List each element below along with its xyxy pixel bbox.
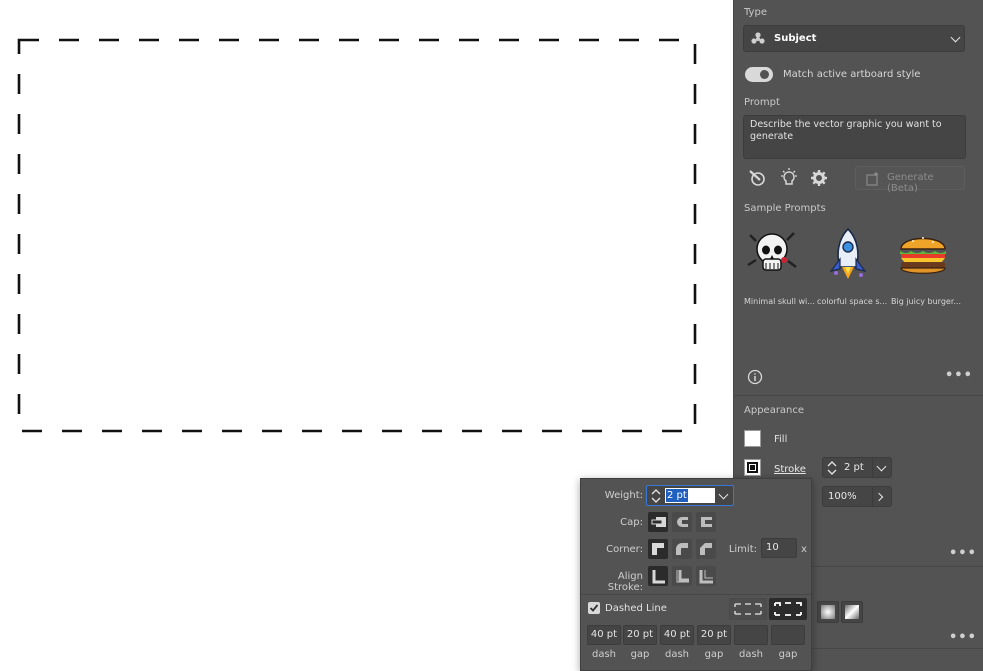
align-outside-button[interactable] (696, 566, 716, 586)
chevron-down-icon (950, 32, 961, 43)
gap-field-1[interactable]: 20 pt (623, 625, 657, 645)
align-dashes-icon (774, 602, 802, 616)
miter-join-button[interactable] (648, 539, 668, 559)
limit-label: Limit: (728, 544, 757, 555)
more-options-icon[interactable]: ••• (949, 630, 977, 645)
gap-label: gap (630, 649, 650, 660)
fill-swatch[interactable] (744, 430, 761, 447)
gear-icon[interactable] (809, 168, 829, 188)
gap-label: gap (704, 649, 724, 660)
stepper-icon[interactable] (650, 488, 662, 504)
align-outside-icon (699, 570, 713, 584)
sample-prompt-label: Minimal skull wi... (744, 297, 815, 306)
type-value: Subject (774, 33, 817, 44)
butt-cap-button[interactable] (648, 512, 668, 532)
checkmark-icon (589, 604, 599, 612)
opacity-value: 100% (828, 491, 857, 502)
match-style-toggle[interactable] (745, 67, 773, 82)
opacity-field[interactable]: 100% (822, 486, 892, 507)
stroke-label[interactable]: Stroke (774, 464, 806, 475)
preserve-dashes-button[interactable] (729, 598, 767, 620)
generate-label: Generate (Beta) (887, 172, 934, 194)
stroke-weight-field[interactable]: 2 pt (822, 457, 892, 478)
dash-field-1[interactable]: 40 pt (587, 625, 621, 645)
chevron-right-icon[interactable] (874, 492, 884, 502)
flyout-divider (581, 594, 811, 595)
more-options-icon[interactable]: ••• (945, 368, 973, 383)
rocket-icon (829, 227, 867, 279)
align-center-button[interactable] (648, 566, 668, 586)
dash-label: dash (664, 649, 690, 660)
dashed-line-checkbox[interactable] (588, 602, 600, 614)
bevel-join-button[interactable] (696, 539, 716, 559)
type-dropdown[interactable]: Subject (743, 25, 965, 52)
chevron-down-icon[interactable] (876, 461, 887, 472)
corner-label: Corner: (606, 544, 643, 555)
dash-field-2[interactable]: 40 pt (660, 625, 694, 645)
weight-value[interactable]: 2 pt (666, 489, 688, 502)
info-icon[interactable] (747, 369, 763, 385)
align-stroke-label: Align Stroke: (607, 571, 643, 593)
type-label: Type (744, 7, 767, 18)
projecting-cap-button[interactable] (696, 512, 716, 532)
generate-icon (866, 172, 878, 186)
round-join-button[interactable] (672, 539, 692, 559)
align-inside-button[interactable] (672, 566, 692, 586)
freeform-gradient-button[interactable] (841, 601, 863, 623)
align-inside-icon (676, 570, 689, 583)
weight-field[interactable]: 2 pt (646, 485, 734, 506)
dashed-line-label: Dashed Line (605, 603, 667, 614)
gap-field-2[interactable]: 20 pt (697, 625, 731, 645)
prompt-placeholder: Describe the vector graphic you want to … (750, 119, 942, 142)
butt-cap-icon (651, 517, 666, 527)
stroke-swatch[interactable] (744, 459, 761, 476)
burger-icon (900, 237, 946, 274)
limit-unit: x (801, 544, 807, 555)
bevel-join-icon (700, 543, 712, 555)
weight-label: Weight: (604, 490, 643, 501)
dash-label: dash (738, 649, 764, 660)
prompt-input[interactable]: Describe the vector graphic you want to … (743, 115, 966, 159)
stroke-weight-value: 2 pt (844, 462, 864, 473)
prompt-label: Prompt (744, 97, 780, 108)
sample-prompt-burger[interactable]: Big juicy burger... (891, 225, 961, 307)
generate-button[interactable]: Generate (Beta) (855, 166, 965, 194)
round-cap-icon (677, 517, 689, 527)
chevron-down-icon[interactable] (718, 489, 729, 500)
preserve-dashes-icon (734, 603, 762, 615)
align-dashes-button[interactable] (769, 598, 807, 620)
radial-gradient-button[interactable] (817, 601, 839, 623)
sample-prompts-label: Sample Prompts (744, 203, 826, 214)
skull-icon (747, 232, 797, 271)
match-style-label: Match active artboard style (783, 69, 921, 80)
stepper-icon[interactable] (826, 460, 838, 476)
round-join-icon (676, 543, 688, 555)
limit-field[interactable]: 10 (761, 538, 797, 558)
cap-label: Cap: (620, 517, 643, 528)
stroke-options-panel: Weight: 2 pt Cap: Corner: Limit: 10 x Al… (580, 478, 812, 671)
subject-icon (751, 32, 765, 44)
gap-field-3[interactable] (771, 625, 805, 645)
dash-label: dash (591, 649, 617, 660)
style-picker-icon[interactable] (748, 168, 768, 188)
gap-label: gap (778, 649, 798, 660)
round-cap-button[interactable] (672, 512, 692, 532)
section-divider (734, 395, 983, 396)
sample-prompt-rocket[interactable]: colorful space s... (817, 225, 887, 307)
sample-prompt-skull[interactable]: Minimal skull wi... (744, 225, 815, 307)
more-options-icon[interactable]: ••• (949, 546, 977, 561)
sample-prompt-label: Big juicy burger... (891, 297, 962, 306)
miter-join-icon (652, 543, 664, 555)
fill-label: Fill (774, 434, 788, 445)
appearance-label: Appearance (744, 405, 805, 416)
sample-prompt-label: colorful space s... (817, 297, 888, 306)
dash-field-3[interactable] (734, 625, 768, 645)
align-center-icon (652, 570, 665, 584)
lightbulb-icon[interactable] (779, 168, 799, 188)
projecting-cap-icon (701, 517, 713, 527)
